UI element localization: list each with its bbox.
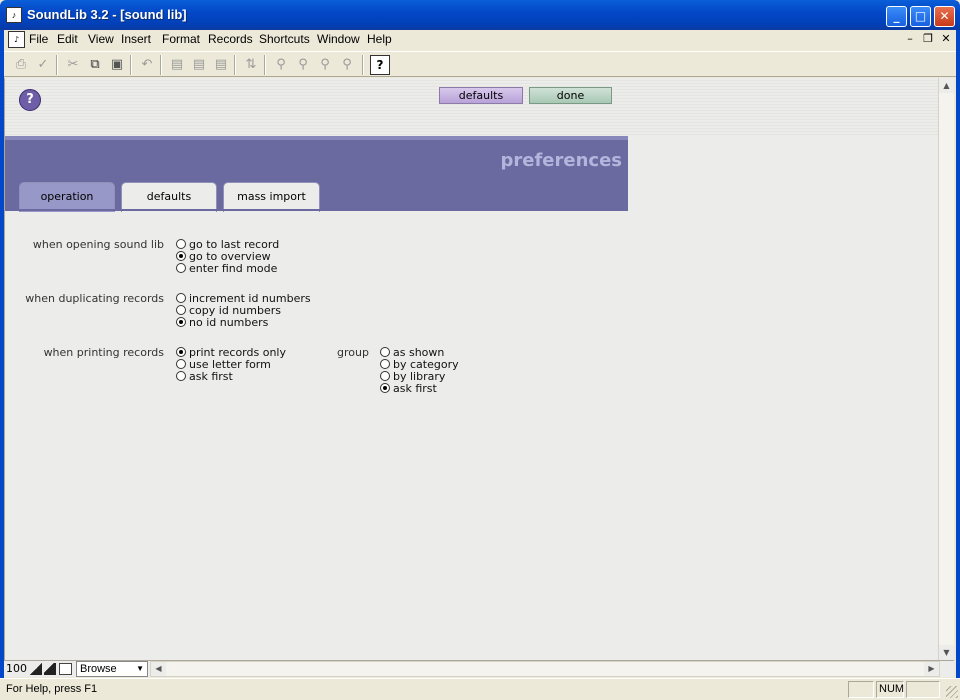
zoom-out-icon[interactable]	[30, 663, 42, 675]
banner-underline	[5, 209, 628, 211]
status-area-toggle-icon[interactable]	[59, 663, 72, 675]
zoom-level[interactable]: 100	[6, 662, 27, 675]
radio-group-ask-first[interactable]: ask first	[380, 382, 437, 395]
toolbar-separator	[264, 55, 266, 75]
sort-icon[interactable]: ⇅	[242, 56, 260, 74]
new-record-icon[interactable]: ▤	[168, 56, 186, 74]
paste-icon[interactable]: ▣	[108, 56, 126, 74]
group-label: group	[337, 346, 369, 359]
radio-button[interactable]	[176, 263, 186, 273]
radio-button[interactable]	[176, 371, 186, 381]
app-icon[interactable]: ♪	[6, 7, 22, 23]
duplicate-record-icon[interactable]: ▤	[190, 56, 208, 74]
tab-mass-import[interactable]: mass import	[223, 182, 320, 212]
copy-icon[interactable]: ⧉	[86, 56, 104, 74]
window-title: SoundLib 3.2 - [sound lib]	[27, 7, 187, 22]
option-label: ask first	[393, 382, 437, 395]
option-label: ask first	[189, 370, 233, 383]
status-bar: For Help, press F1 NUM	[0, 678, 960, 700]
menu-view[interactable]: View	[88, 32, 114, 46]
mode-value: Browse	[80, 663, 117, 675]
title-bar: ♪ SoundLib 3.2 - [sound lib] _ □ ✕	[0, 0, 960, 30]
mode-selector[interactable]: Browse ▼	[76, 661, 148, 677]
omit-icon[interactable]: ⚲	[316, 56, 334, 74]
opening-label: when opening sound lib	[32, 238, 164, 251]
option-label: no id numbers	[189, 316, 269, 329]
toolbar-separator	[130, 55, 132, 75]
radio-button[interactable]	[176, 239, 186, 249]
toolbar-separator	[160, 55, 162, 75]
menu-file[interactable]: File	[29, 32, 48, 46]
menu-bar: ♪ File Edit View Insert Format Records S…	[4, 30, 956, 50]
defaults-button[interactable]: defaults	[439, 87, 523, 104]
horizontal-scrollbar[interactable]: ◀ ▶	[150, 661, 940, 677]
show-all-icon[interactable]: ⚲	[338, 56, 356, 74]
status-pane-num: NUM	[876, 681, 904, 698]
menu-edit[interactable]: Edit	[57, 32, 78, 46]
help-icon[interactable]: ?	[19, 89, 41, 111]
bottom-bar: 100 Browse ▼ ◀ ▶	[4, 660, 954, 677]
radio-button[interactable]	[176, 305, 186, 315]
document-icon[interactable]: ♪	[8, 31, 25, 48]
radio-button[interactable]	[176, 293, 186, 303]
status-pane-caps	[848, 681, 874, 698]
close-button[interactable]: ✕	[934, 6, 955, 27]
tab-defaults[interactable]: defaults	[121, 182, 217, 212]
scroll-up-icon[interactable]: ▲	[939, 78, 954, 93]
preferences-banner: preferences operation defaults mass impo…	[5, 136, 628, 212]
chevron-down-icon: ▼	[136, 664, 144, 673]
duplicating-label: when duplicating records	[25, 292, 164, 305]
menu-format[interactable]: Format	[162, 32, 200, 46]
radio-button[interactable]	[176, 317, 186, 327]
minimize-button[interactable]: _	[886, 6, 907, 27]
done-button[interactable]: done	[529, 87, 612, 104]
toolbar-separator	[56, 55, 58, 75]
menu-records[interactable]: Records	[208, 32, 253, 46]
status-pane-scroll	[906, 681, 940, 698]
status-text: For Help, press F1	[6, 683, 98, 695]
radio-button[interactable]	[380, 359, 390, 369]
menu-help[interactable]: Help	[367, 32, 392, 46]
delete-record-icon[interactable]: ▤	[212, 56, 230, 74]
menu-window[interactable]: Window	[317, 32, 360, 46]
menu-shortcuts[interactable]: Shortcuts	[259, 32, 310, 46]
tab-operation[interactable]: operation	[19, 182, 115, 212]
radio-enter-find-mode[interactable]: enter find mode	[176, 262, 277, 275]
radio-button[interactable]	[380, 383, 390, 393]
mdi-close-icon[interactable]: ✕	[938, 33, 954, 47]
print-icon[interactable]: ⎙	[12, 56, 30, 74]
printing-label: when printing records	[43, 346, 164, 359]
radio-button[interactable]	[176, 251, 186, 261]
find-all-icon[interactable]: ⚲	[294, 56, 312, 74]
window-frame-right	[956, 30, 960, 700]
vertical-scrollbar[interactable]: ▲ ▼	[938, 78, 954, 660]
spellcheck-icon[interactable]: ✓	[34, 56, 52, 74]
radio-button[interactable]	[380, 371, 390, 381]
mdi-minimize-icon[interactable]: –	[902, 33, 918, 47]
resize-grip-icon[interactable]	[946, 686, 958, 698]
page-title: preferences	[500, 150, 623, 171]
layout-area: ? defaults done preferences operation de…	[4, 78, 938, 660]
toolbar: ⎙ ✓ ✂ ⧉ ▣ ↶ ▤ ▤ ▤ ⇅ ⚲ ⚲ ⚲ ⚲ ?	[4, 51, 956, 77]
maximize-button[interactable]: □	[910, 6, 931, 27]
toolbar-separator	[234, 55, 236, 75]
undo-icon[interactable]: ↶	[138, 56, 156, 74]
zoom-in-icon[interactable]	[44, 663, 56, 675]
radio-button[interactable]	[176, 359, 186, 369]
context-help-icon[interactable]: ?	[370, 55, 390, 75]
mdi-restore-icon[interactable]: ❐	[920, 33, 936, 47]
menu-insert[interactable]: Insert	[121, 32, 151, 46]
scroll-left-icon[interactable]: ◀	[151, 662, 166, 676]
scroll-down-icon[interactable]: ▼	[939, 645, 954, 660]
option-label: enter find mode	[189, 262, 278, 275]
scroll-right-icon[interactable]: ▶	[924, 662, 939, 676]
cut-icon[interactable]: ✂	[64, 56, 82, 74]
radio-ask-first[interactable]: ask first	[176, 370, 233, 383]
radio-button[interactable]	[380, 347, 390, 357]
radio-button[interactable]	[176, 347, 186, 357]
find-icon[interactable]: ⚲	[272, 56, 290, 74]
header-strip: ? defaults done	[5, 78, 938, 136]
radio-no-id-numbers[interactable]: no id numbers	[176, 316, 268, 329]
toolbar-separator	[362, 55, 364, 75]
